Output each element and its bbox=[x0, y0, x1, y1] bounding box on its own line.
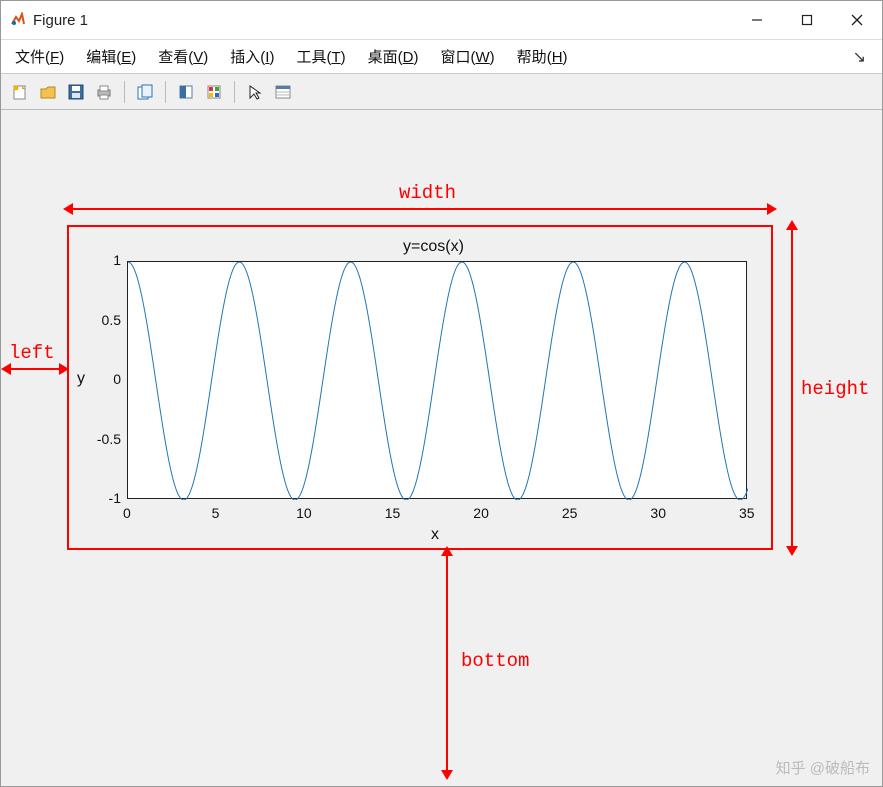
maximize-button[interactable] bbox=[782, 1, 832, 40]
y-tick: -0.5 bbox=[89, 431, 121, 447]
y-tick: 0 bbox=[89, 371, 121, 387]
menu-desktop[interactable]: 桌面(D) bbox=[368, 46, 419, 67]
titlebar: Figure 1 bbox=[1, 1, 882, 40]
annotation-width-label: width bbox=[393, 182, 462, 204]
window-title: Figure 1 bbox=[33, 12, 732, 29]
y-axis-label: y bbox=[77, 370, 85, 388]
open-button[interactable] bbox=[35, 79, 61, 105]
figure-canvas[interactable]: width height left bottom bbox=[1, 110, 882, 786]
property-editor-button[interactable] bbox=[270, 79, 296, 105]
menu-file[interactable]: 文件(F) bbox=[15, 46, 64, 67]
print-button[interactable] bbox=[91, 79, 117, 105]
menu-edit[interactable]: 编辑(E) bbox=[86, 46, 136, 67]
matlab-icon bbox=[9, 11, 27, 29]
annotation-height-label: height bbox=[801, 378, 869, 400]
axes[interactable] bbox=[127, 261, 747, 499]
close-button[interactable] bbox=[832, 1, 882, 40]
x-tick: 0 bbox=[123, 505, 131, 521]
menubar: 文件(F) 编辑(E) 查看(V) 插入(I) 工具(T) 桌面(D) 窗口(W… bbox=[1, 40, 882, 74]
copy-figure-button[interactable] bbox=[132, 79, 158, 105]
menu-view[interactable]: 查看(V) bbox=[158, 46, 208, 67]
colorbar-legend-button[interactable] bbox=[201, 79, 227, 105]
dock-corner-icon[interactable]: ↘ bbox=[853, 47, 868, 67]
y-tick: -1 bbox=[89, 490, 121, 506]
menu-help[interactable]: 帮助(H) bbox=[517, 46, 568, 67]
menu-insert[interactable]: 插入(I) bbox=[230, 46, 274, 67]
x-tick: 10 bbox=[296, 505, 312, 521]
x-axis-label: x bbox=[431, 526, 439, 544]
window-controls bbox=[732, 1, 882, 40]
x-tick: 20 bbox=[473, 505, 489, 521]
toolbar bbox=[1, 74, 882, 110]
menu-window[interactable]: 窗口(W) bbox=[440, 46, 494, 67]
x-tick: 35 bbox=[739, 505, 755, 521]
x-tick: 15 bbox=[385, 505, 401, 521]
chart-title: y=cos(x) bbox=[403, 238, 464, 256]
new-figure-button[interactable] bbox=[7, 79, 33, 105]
save-button[interactable] bbox=[63, 79, 89, 105]
y-tick: 0.5 bbox=[89, 312, 121, 328]
x-tick: 30 bbox=[650, 505, 666, 521]
link-plot-button[interactable] bbox=[173, 79, 199, 105]
y-tick: 1 bbox=[89, 252, 121, 268]
minimize-button[interactable] bbox=[732, 1, 782, 40]
line-plot bbox=[128, 262, 748, 500]
x-tick: 25 bbox=[562, 505, 578, 521]
annotation-left-label: left bbox=[9, 342, 55, 364]
x-tick: 5 bbox=[212, 505, 220, 521]
figure-window: Figure 1 文件(F) 编辑(E) 查看(V) 插入(I) 工具(T) 桌… bbox=[0, 0, 883, 787]
watermark: 知乎 @破船布 bbox=[776, 757, 870, 778]
menu-tools[interactable]: 工具(T) bbox=[296, 46, 345, 67]
pointer-button[interactable] bbox=[242, 79, 268, 105]
annotation-bottom-label: bottom bbox=[461, 650, 529, 672]
